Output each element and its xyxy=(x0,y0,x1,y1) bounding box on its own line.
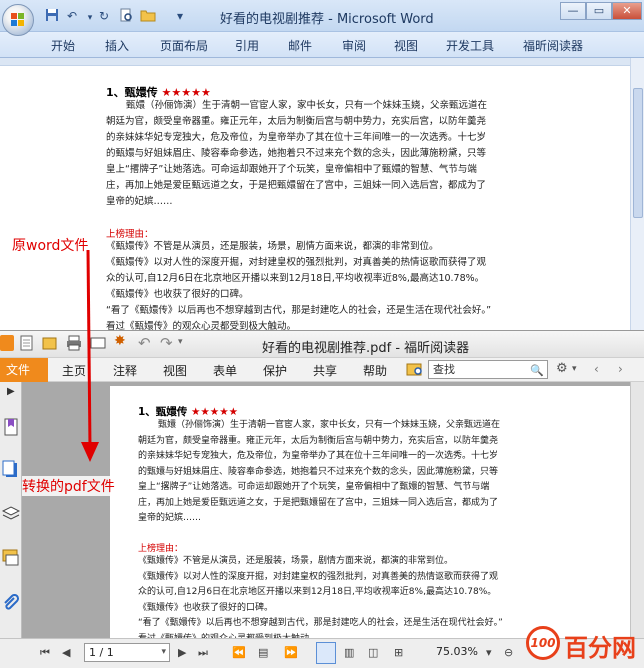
search-input[interactable]: 查找 🔍 xyxy=(428,360,548,379)
word-ruler xyxy=(0,58,644,66)
prev-page-icon[interactable]: ◀ xyxy=(62,646,70,659)
annotation-pdf-file: 转换的pdf文件 xyxy=(22,476,115,496)
open-folder-icon[interactable] xyxy=(140,8,156,24)
new-doc-icon[interactable] xyxy=(20,335,34,355)
tab-form[interactable]: 表单 xyxy=(213,362,237,379)
print-preview-icon[interactable] xyxy=(118,8,134,24)
page-view-icon[interactable]: ▤ xyxy=(258,646,268,659)
foxit-left-panel: ▶ xyxy=(0,382,22,638)
undo-icon[interactable]: ↶ xyxy=(64,8,80,24)
go-back-icon[interactable]: ⏪ xyxy=(232,646,246,659)
bookmark-icon[interactable] xyxy=(2,418,20,436)
file-tab[interactable]: 文件 xyxy=(0,358,48,382)
tab-references[interactable]: 引用 xyxy=(235,37,259,54)
site-watermark: 100 百分网 xyxy=(526,624,642,664)
facing-view-icon[interactable]: ◫ xyxy=(368,646,378,659)
page-dropdown-icon[interactable]: ▾ xyxy=(161,644,166,661)
go-forward-icon[interactable]: ⏩ xyxy=(284,646,298,659)
prev-icon[interactable]: ‹ xyxy=(594,362,599,376)
watermark-logo-icon: 100 xyxy=(526,626,560,660)
settings-dropdown-icon[interactable]: ▾ xyxy=(572,364,577,374)
zoom-level[interactable]: 75.03% xyxy=(436,645,478,658)
tab-mailings[interactable]: 邮件 xyxy=(288,37,312,54)
redo-icon[interactable]: ↷ xyxy=(160,334,173,352)
tab-view[interactable]: 视图 xyxy=(163,362,187,379)
redo-icon[interactable]: ↻ xyxy=(96,8,112,24)
tab-developer[interactable]: 开发工具 xyxy=(446,37,494,54)
undo-icon[interactable]: ↶ xyxy=(138,334,151,352)
last-page-icon[interactable]: ⏭ xyxy=(198,646,208,660)
continuous-view-icon[interactable]: ▥ xyxy=(344,646,354,659)
pdf-body: 甄嬛（孙俪饰演）生于清朝一官宦人家，家中长女，只有一个妹妹玉娆，父亲甄远道在 朝… xyxy=(138,420,501,523)
save-icon[interactable] xyxy=(44,8,60,24)
customize-toolbar-icon[interactable]: ▾ xyxy=(172,8,188,24)
document-body: 甄嬛（孙俪饰演）生于清朝一官宦人家，家中长女，只有一个妹妹玉娆，父亲甄远道在 朝… xyxy=(106,100,488,207)
tab-view[interactable]: 视图 xyxy=(394,37,418,54)
find-folder-icon[interactable] xyxy=(406,361,424,381)
attachment-icon[interactable] xyxy=(2,593,20,612)
pdf-reason-text: 《甄嬛传》不管是从演员，还是服装，场景，剧情方面来说，都演的非常到位。 《甄嬛传… xyxy=(138,556,503,644)
zoom-out-icon[interactable]: ⊖ xyxy=(504,646,513,659)
reason-text: 《甄嬛传》不管是从演员，还是服装，场景，剧情方面来说，都演的非常到位。 《甄嬛传… xyxy=(106,241,492,332)
tab-foxit-reader[interactable]: 福昕阅读器 xyxy=(523,37,583,54)
red-arrow-icon xyxy=(81,250,99,462)
panel-collapse-icon[interactable]: ▶ xyxy=(7,386,15,397)
office-logo-icon xyxy=(11,13,24,26)
page-number-input[interactable]: 1 / 1 ▾ xyxy=(84,643,170,662)
single-page-view-button[interactable] xyxy=(316,642,336,664)
close-button[interactable]: ✕ xyxy=(612,2,642,20)
pdf-page[interactable]: 1、甄嬛传 ★★★★★ 甄嬛（孙俪饰演）生于清朝一官宦人家，家中长女，只有一个妹… xyxy=(110,386,630,644)
pages-icon[interactable] xyxy=(2,460,20,478)
word-vertical-scrollbar[interactable] xyxy=(630,58,644,330)
search-icon: 🔍 xyxy=(530,364,544,377)
comments-icon[interactable] xyxy=(2,548,20,566)
first-page-icon[interactable]: ⏮ xyxy=(40,646,50,660)
quick-access-dropdown-icon[interactable]: ▾ xyxy=(178,337,183,347)
zoom-dropdown-icon[interactable]: ▾ xyxy=(486,646,492,659)
tab-page-layout[interactable]: 页面布局 xyxy=(160,37,208,54)
foxit-window-title: 好看的电视剧推荐.pdf - 福昕阅读器 xyxy=(262,341,470,356)
tab-help[interactable]: 帮助 xyxy=(363,362,387,379)
tab-protect[interactable]: 保护 xyxy=(263,362,287,379)
reason-label: 上榜理由： xyxy=(106,229,154,240)
office-button[interactable] xyxy=(2,4,34,36)
minimize-button[interactable]: — xyxy=(560,2,586,20)
next-page-icon[interactable]: ▶ xyxy=(178,646,186,659)
tab-share[interactable]: 共享 xyxy=(313,362,337,379)
tab-home[interactable]: 开始 xyxy=(51,37,75,54)
foxit-app-icon xyxy=(0,335,14,351)
foxit-vertical-scrollbar[interactable] xyxy=(630,382,644,638)
pdf-rating-stars: ★★★★★ xyxy=(190,406,239,418)
layers-icon[interactable] xyxy=(1,504,21,522)
tab-review[interactable]: 审阅 xyxy=(342,37,366,54)
settings-gear-icon[interactable]: ⚙ xyxy=(556,361,568,376)
maximize-button[interactable]: ▭ xyxy=(586,2,612,20)
watermark-text: 百分网 xyxy=(564,634,636,662)
continuous-facing-icon[interactable]: ⊞ xyxy=(394,646,403,659)
next-icon[interactable]: › xyxy=(618,362,623,376)
scroll-thumb[interactable] xyxy=(633,88,643,218)
pdf-heading: 1、甄嬛传 ★★★★★ xyxy=(138,406,239,418)
pdf-reason-label: 上榜理由： xyxy=(138,544,184,554)
open-file-icon[interactable] xyxy=(42,335,58,355)
tab-insert[interactable]: 插入 xyxy=(105,37,129,54)
word-window-title: 好看的电视剧推荐 - Microsoft Word xyxy=(220,12,434,27)
